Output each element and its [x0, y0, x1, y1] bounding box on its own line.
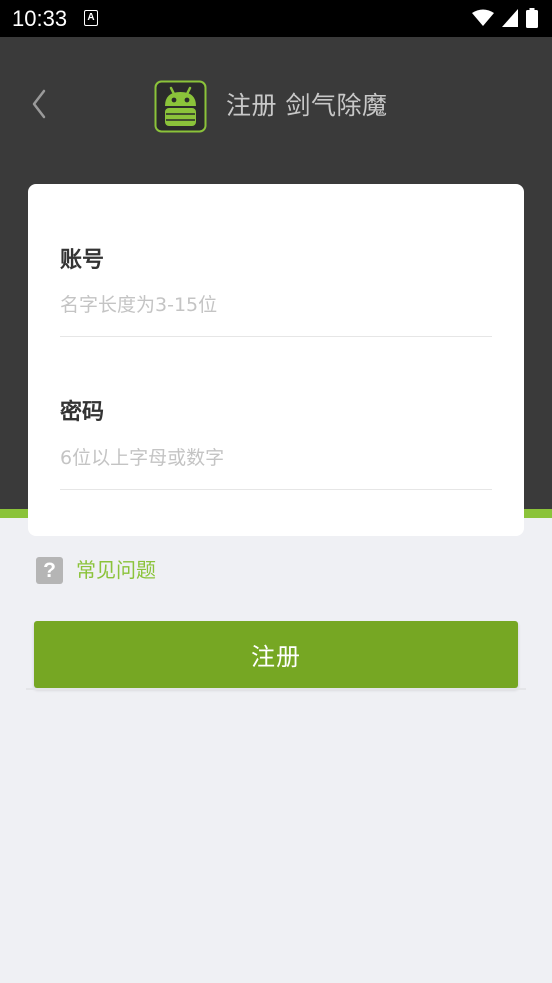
faq-link[interactable]: ? 常见问题 [36, 554, 156, 586]
register-screen: 10:33 A 注册 剑气除魔 账号 名字长度为3-15位 密码 ? 常见问题 … [0, 0, 552, 983]
back-button[interactable] [24, 86, 54, 126]
faq-label: 常见问题 [76, 558, 156, 582]
signal-icon [502, 9, 518, 27]
chevron-left-icon [31, 89, 47, 123]
password-input[interactable] [60, 439, 492, 490]
register-button[interactable]: 注册 [34, 621, 518, 688]
notification-a-icon: A [84, 10, 98, 26]
register-form-card: 账号 密码 [28, 184, 524, 536]
status-bar: 10:33 A [0, 0, 552, 37]
android-robot-icon [154, 80, 207, 133]
status-time: 10:33 [12, 6, 68, 31]
page-title: 注册 剑气除魔 [226, 91, 388, 120]
question-mark-icon: ? [36, 556, 63, 584]
account-input[interactable] [60, 286, 492, 337]
wifi-icon [472, 9, 494, 27]
button-shadow [26, 688, 526, 690]
battery-icon [526, 8, 538, 28]
account-label: 账号 [60, 248, 105, 273]
status-icons [472, 7, 538, 29]
password-label: 密码 [60, 400, 105, 425]
